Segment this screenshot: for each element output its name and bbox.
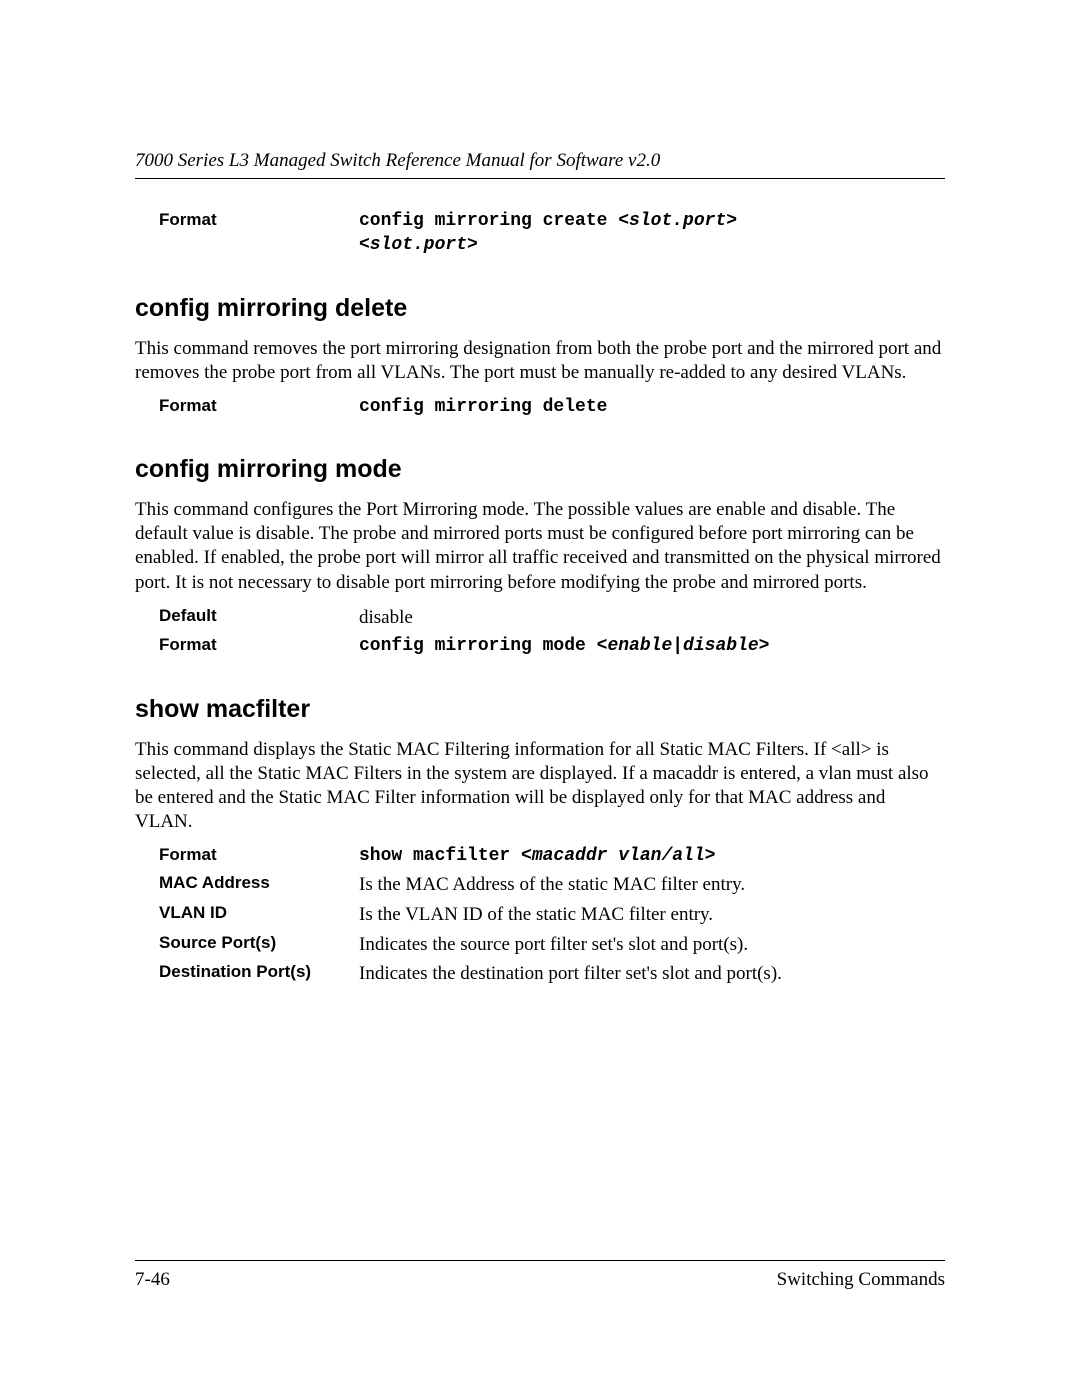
- heading-config-mirroring-delete: config mirroring delete: [135, 294, 945, 323]
- field-desc: Indicates the destination port filter se…: [359, 961, 945, 987]
- field-label-destination-ports: Destination Port(s): [159, 961, 359, 984]
- body-text: This command configures the Port Mirrori…: [135, 498, 945, 595]
- table-row: VLAN ID Is the VLAN ID of the static MAC…: [159, 902, 945, 928]
- body-text: This command removes the port mirroring …: [135, 337, 945, 385]
- format-command: show macfilter <macaddr vlan/all>: [359, 844, 945, 868]
- format-command: config mirroring mode <enable|disable>: [359, 634, 945, 658]
- field-desc: Is the VLAN ID of the static MAC filter …: [359, 902, 945, 928]
- table-row: Format config mirroring delete: [159, 395, 945, 419]
- table-row: Source Port(s) Indicates the source port…: [159, 932, 945, 958]
- table-row: MAC Address Is the MAC Address of the st…: [159, 872, 945, 898]
- format-block-mirroring-create: Format config mirroring create <slot.por…: [159, 209, 945, 258]
- default-label: Default: [159, 605, 359, 628]
- cmd-text: show macfilter: [359, 846, 521, 866]
- table-row: Format show macfilter <macaddr vlan/all>: [159, 844, 945, 868]
- chapter-title: Switching Commands: [777, 1269, 945, 1291]
- cmd-arg: <slot.port>: [359, 235, 478, 255]
- field-label-source-ports: Source Port(s): [159, 932, 359, 955]
- format-command: config mirroring create <slot.port> <slo…: [359, 209, 945, 258]
- format-label: Format: [159, 209, 359, 232]
- field-label-mac-address: MAC Address: [159, 872, 359, 895]
- table-row: Format config mirroring mode <enable|dis…: [159, 634, 945, 658]
- default-value: disable: [359, 605, 945, 631]
- format-label: Format: [159, 395, 359, 418]
- format-block-mirroring-delete: Format config mirroring delete: [159, 395, 945, 419]
- page-number: 7-46: [135, 1269, 170, 1291]
- table-row: Default disable: [159, 605, 945, 631]
- format-block-mirroring-mode: Default disable Format config mirroring …: [159, 605, 945, 659]
- field-label-vlan-id: VLAN ID: [159, 902, 359, 925]
- cmd-arg: <enable|disable>: [597, 636, 770, 656]
- heading-show-macfilter: show macfilter: [135, 695, 945, 724]
- format-block-show-macfilter: Format show macfilter <macaddr vlan/all>…: [159, 844, 945, 987]
- cmd-arg: <macaddr vlan/all>: [521, 846, 715, 866]
- format-label: Format: [159, 844, 359, 867]
- page-footer: 7-46 Switching Commands: [135, 1260, 945, 1291]
- cmd-text: config mirroring create: [359, 211, 618, 231]
- format-label: Format: [159, 634, 359, 657]
- field-desc: Is the MAC Address of the static MAC fil…: [359, 872, 945, 898]
- body-text: This command displays the Static MAC Fil…: [135, 738, 945, 835]
- table-row: Format config mirroring create <slot.por…: [159, 209, 945, 258]
- format-command: config mirroring delete: [359, 395, 945, 419]
- cmd-arg: <slot.port>: [618, 211, 737, 231]
- table-row: Destination Port(s) Indicates the destin…: [159, 961, 945, 987]
- heading-config-mirroring-mode: config mirroring mode: [135, 455, 945, 484]
- cmd-text: config mirroring mode: [359, 636, 597, 656]
- page: 7000 Series L3 Managed Switch Reference …: [0, 0, 1080, 1397]
- field-desc: Indicates the source port filter set's s…: [359, 932, 945, 958]
- running-header: 7000 Series L3 Managed Switch Reference …: [135, 150, 945, 179]
